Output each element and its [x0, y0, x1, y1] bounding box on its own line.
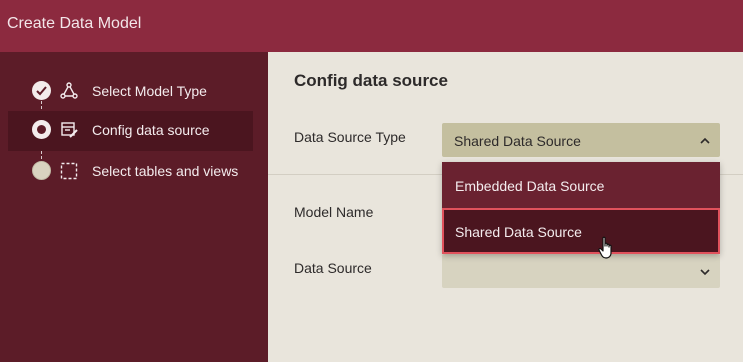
- config-source-icon: [59, 120, 79, 140]
- step-label: Select tables and views: [92, 163, 239, 179]
- data-source-label: Data Source: [294, 260, 372, 276]
- option-embedded-data-source[interactable]: Embedded Data Source: [442, 162, 720, 208]
- option-shared-data-source[interactable]: Shared Data Source: [442, 208, 720, 254]
- step-select-model-type[interactable]: Select Model Type: [8, 72, 253, 112]
- hand-pointer-cursor-icon: [598, 236, 616, 260]
- step-label: Select Model Type: [92, 83, 207, 99]
- page-title: Config data source: [294, 71, 448, 90]
- model-type-icon: [59, 81, 79, 101]
- step-pending-icon: [32, 161, 51, 180]
- model-name-label: Model Name: [294, 204, 374, 220]
- content-panel: Config data source Data Source Type Shar…: [268, 52, 743, 362]
- step-select-tables-and-views[interactable]: Select tables and views: [8, 152, 253, 192]
- data-source-type-select[interactable]: Shared Data Source: [442, 123, 720, 157]
- data-source-type-label: Data Source Type: [294, 129, 406, 145]
- step-current-icon: [32, 120, 51, 139]
- step-label: Config data source: [92, 122, 210, 138]
- chevron-down-icon: [699, 265, 711, 277]
- data-source-type-value: Shared Data Source: [454, 133, 581, 149]
- window-title: Create Data Model: [7, 15, 142, 32]
- step-done-check-icon: [32, 81, 51, 100]
- title-bar: Create Data Model: [0, 0, 743, 52]
- data-source-type-dropdown: Embedded Data Source Shared Data Source: [442, 162, 720, 254]
- chevron-up-icon: [699, 134, 711, 146]
- step-config-data-source[interactable]: Config data source: [8, 111, 253, 151]
- data-source-select[interactable]: [442, 254, 720, 288]
- wizard-sidebar: Select Model Type Config data source Sel…: [0, 52, 268, 362]
- option-label: Embedded Data Source: [455, 178, 605, 194]
- option-label: Shared Data Source: [455, 224, 582, 240]
- select-tables-icon: [59, 161, 79, 181]
